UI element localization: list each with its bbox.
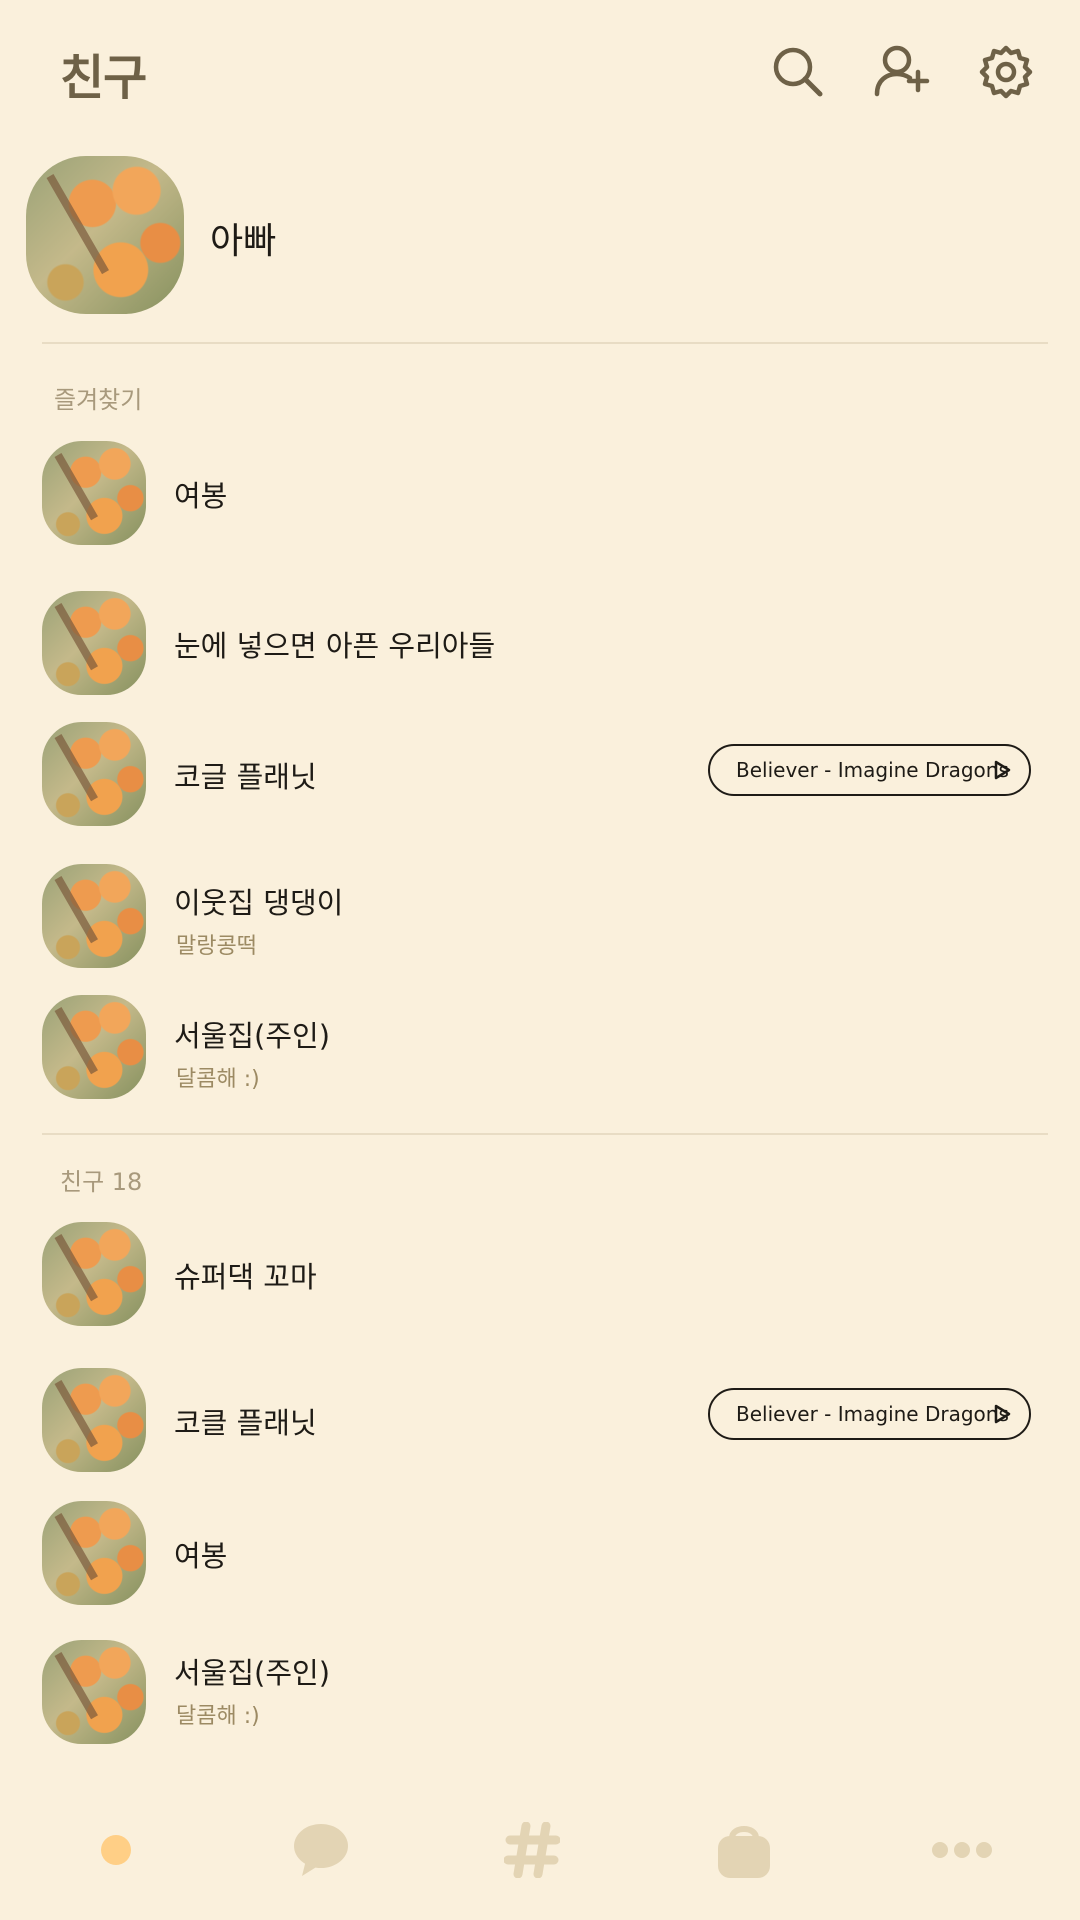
friend-status: 달콤해 :)	[176, 1067, 260, 1092]
friend-name: 서울집(주인)	[174, 1019, 331, 1053]
more-tab-icon[interactable]	[922, 1820, 1002, 1880]
chat-tab-icon[interactable]	[281, 1820, 361, 1880]
my-name: 아빠	[210, 221, 277, 262]
search-icon[interactable]	[768, 42, 828, 102]
friends-screen: 친구 아빠 즐겨찾기 여봉 눈에 넣으면 아픈 우리아들 코글 플래닛 Beli…	[0, 0, 1080, 1920]
hashtag-tab-icon[interactable]	[492, 1820, 572, 1880]
avatar[interactable]	[42, 1368, 146, 1472]
friend-name: 코글 플래닛	[174, 760, 317, 794]
my-avatar[interactable]	[26, 156, 184, 314]
friend-name: 코클 플래닛	[174, 1406, 317, 1440]
friend-status: 말랑콩떡	[176, 934, 257, 959]
list-item[interactable]: 여봉	[0, 1495, 1080, 1611]
gear-icon[interactable]	[976, 42, 1036, 102]
avatar[interactable]	[42, 441, 146, 545]
list-item[interactable]: 서울집(주인) 달콤해 :)	[0, 1634, 1080, 1750]
friend-name: 슈퍼댁 꼬마	[174, 1260, 317, 1294]
avatar[interactable]	[42, 864, 146, 968]
add-friend-icon[interactable]	[872, 42, 932, 102]
shopping-tab-icon[interactable]	[704, 1820, 784, 1880]
list-item[interactable]: 코글 플래닛 Believer - Imagine Dragons	[0, 716, 1080, 832]
music-title: Believer - Imagine Dragons	[736, 1402, 1009, 1426]
page-title: 친구	[60, 50, 147, 106]
list-item[interactable]: 서울집(주인) 달콤해 :)	[0, 989, 1080, 1105]
friends-tab-icon[interactable]	[76, 1820, 156, 1880]
list-item[interactable]: 눈에 넣으면 아픈 우리아들	[0, 585, 1080, 701]
list-item[interactable]: 코클 플래닛 Believer - Imagine Dragons	[0, 1362, 1080, 1478]
friend-name: 눈에 넣으면 아픈 우리아들	[174, 629, 496, 663]
music-pill[interactable]: Believer - Imagine Dragons	[708, 1388, 1031, 1440]
list-item[interactable]: 여봉	[0, 435, 1080, 551]
friends-section-label: 친구 18	[60, 1168, 143, 1196]
favorites-section-label: 즐겨찾기	[54, 386, 143, 414]
divider	[42, 1133, 1048, 1135]
friend-name: 여봉	[174, 1539, 228, 1573]
avatar[interactable]	[42, 1501, 146, 1605]
bottom-nav	[0, 1800, 1080, 1920]
avatar[interactable]	[42, 591, 146, 695]
avatar[interactable]	[42, 995, 146, 1099]
music-title: Believer - Imagine Dragons	[736, 758, 1009, 782]
friend-status: 달콤해 :)	[176, 1704, 260, 1729]
friend-name: 여봉	[174, 479, 228, 513]
list-item[interactable]: 슈퍼댁 꼬마	[0, 1216, 1080, 1332]
divider	[42, 342, 1048, 344]
avatar[interactable]	[42, 1222, 146, 1326]
list-item[interactable]: 이웃집 댕댕이 말랑콩떡	[0, 858, 1080, 974]
header: 친구	[0, 0, 1080, 140]
play-icon	[994, 760, 1011, 780]
avatar[interactable]	[42, 1640, 146, 1744]
avatar[interactable]	[42, 722, 146, 826]
music-pill[interactable]: Believer - Imagine Dragons	[708, 744, 1031, 796]
friend-name: 이웃집 댕댕이	[174, 886, 344, 920]
play-icon	[994, 1404, 1011, 1424]
friend-name: 서울집(주인)	[174, 1656, 331, 1690]
